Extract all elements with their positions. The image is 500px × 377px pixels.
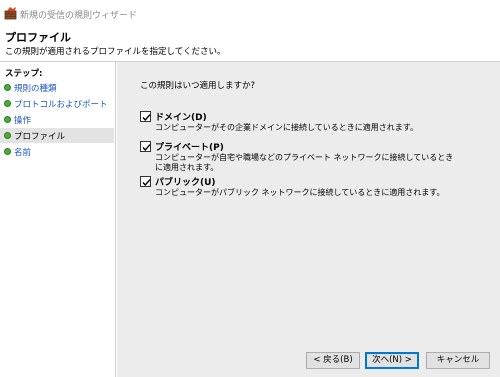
question-text: この規則はいつ適用しますか? — [140, 81, 256, 91]
page-subtitle: この規則が適用されるプロファイルを指定してください。 — [5, 47, 226, 57]
private-checkbox[interactable] — [140, 141, 151, 152]
step-rule-type[interactable]: 規則の種類 — [0, 80, 114, 95]
steps-panel: ステップ: 規則の種類 プロトコルおよびポート 操作 プロファイル 名前 — [0, 62, 116, 377]
private-label[interactable]: プライベート(P) — [155, 140, 224, 153]
step-label: 規則の種類 — [14, 84, 57, 94]
step-label: 名前 — [14, 148, 32, 158]
checkmark-icon — [142, 179, 151, 187]
step-protocol-and-ports[interactable]: プロトコルおよびポート — [0, 96, 114, 111]
cancel-button[interactable]: キャンセル — [426, 352, 490, 369]
green-dot-icon — [4, 132, 11, 139]
steps-heading: ステップ: — [5, 69, 43, 79]
public-description: コンピューターがパブリック ネットワークに接続しているときに適用されます。 — [155, 188, 445, 197]
public-label[interactable]: パブリック(U) — [155, 175, 216, 188]
domain-description: コンピューターがその企業ドメインに接続しているときに適用されます。 — [155, 123, 418, 132]
green-dot-icon — [4, 84, 11, 91]
page-title: プロファイル — [5, 31, 71, 44]
window-title: 新規の受信の規則ウィザード — [20, 11, 138, 21]
green-dot-icon — [4, 116, 11, 123]
step-label: 操作 — [14, 116, 32, 126]
firewall-wizard-icon — [4, 6, 18, 20]
step-label: プロファイル — [14, 132, 66, 142]
checkmark-icon — [142, 114, 151, 122]
wizard-header: プロファイル この規則が適用されるプロファイルを指定してください。 — [0, 26, 500, 62]
step-action[interactable]: 操作 — [0, 112, 114, 127]
public-checkbox[interactable] — [140, 176, 151, 187]
green-dot-icon — [4, 100, 11, 107]
step-name[interactable]: 名前 — [0, 144, 114, 159]
private-description: コンピューターが自宅や職場などのプライベート ネットワークに接続しているときに適… — [155, 153, 454, 172]
step-label: プロトコルおよびポート — [14, 100, 108, 110]
content-panel: この規則はいつ適用しますか? ドメイン(D) コンピューターがその企業ドメインに… — [117, 62, 500, 377]
green-dot-icon — [4, 148, 11, 155]
checkmark-icon — [142, 144, 151, 152]
domain-checkbox[interactable] — [140, 111, 151, 122]
back-button[interactable]: < 戻る(B) — [306, 352, 360, 369]
domain-label[interactable]: ドメイン(D) — [155, 110, 207, 123]
title-bar: 新規の受信の規則ウィザード — [0, 0, 500, 26]
step-profile[interactable]: プロファイル — [0, 128, 114, 143]
next-button[interactable]: 次へ(N) > — [365, 352, 419, 369]
